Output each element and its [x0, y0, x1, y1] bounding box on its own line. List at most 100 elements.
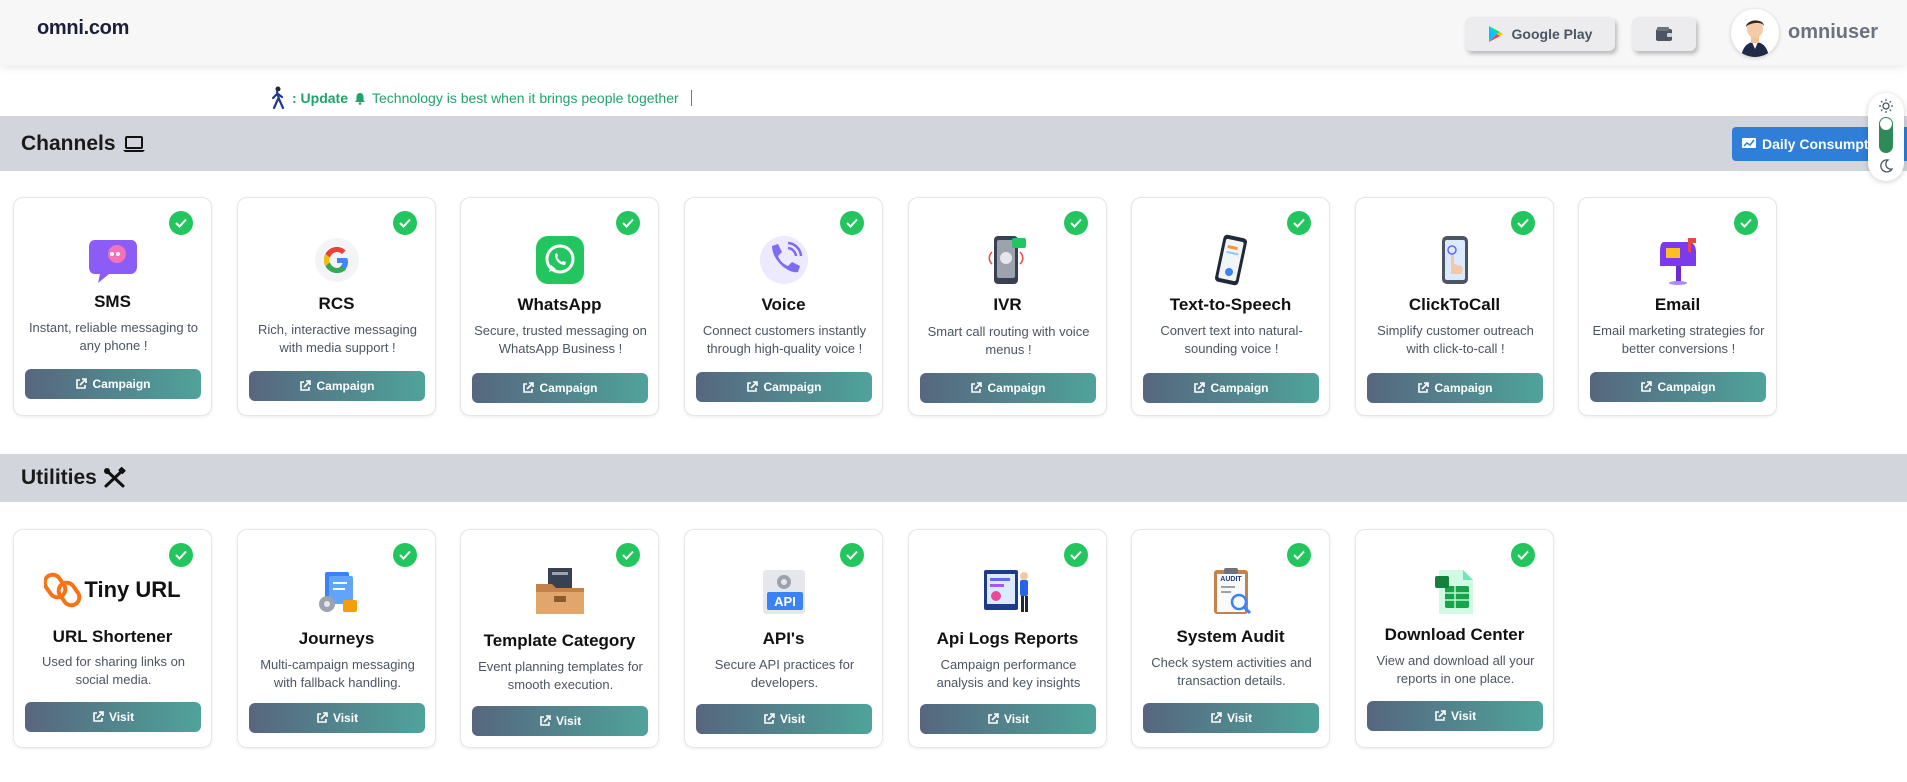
external-link-icon	[764, 713, 775, 724]
card-title: ClickToCall	[1408, 295, 1501, 314]
campaign-button[interactable]: Campaign	[920, 373, 1096, 403]
audit-clipboard-icon: AUDIT	[1206, 566, 1256, 616]
tools-icon	[103, 467, 126, 488]
theme-toggle[interactable]	[1868, 93, 1904, 181]
visit-button[interactable]: Visit	[249, 703, 425, 733]
visit-button[interactable]: Visit	[472, 706, 648, 736]
channel-card-email: Email Email marketing strategies for bet…	[1578, 197, 1777, 416]
card-description: Simplify customer outreach with click-to…	[1377, 323, 1534, 356]
avatar[interactable]	[1731, 9, 1779, 57]
update-ticker: : Update Technology is best when it brin…	[268, 86, 692, 110]
external-link-icon	[523, 382, 535, 393]
chain-link-icon	[44, 572, 82, 608]
button-label: Visit	[1450, 709, 1477, 723]
external-link-icon	[1435, 710, 1446, 721]
card-title: Text-to-Speech	[1169, 295, 1292, 314]
check-icon	[393, 543, 417, 567]
check-icon	[616, 543, 640, 567]
utility-card-journeys: Journeys Multi-campaign messaging with f…	[237, 529, 436, 748]
channel-card-ivr: IVR Smart call routing with voice menus …	[908, 197, 1107, 416]
visit-button[interactable]: Visit	[1143, 703, 1319, 733]
utilities-section-header: Utilities	[0, 454, 1907, 502]
google-g-icon	[314, 238, 359, 282]
api-icon-label: API	[774, 594, 796, 609]
campaign-button[interactable]: Campaign	[696, 372, 872, 402]
card-description: Secure API practices for developers.	[714, 657, 855, 690]
button-label: Campaign	[316, 379, 375, 393]
click-phone-icon	[1441, 236, 1468, 284]
external-link-icon	[540, 715, 551, 726]
campaign-button[interactable]: Campaign	[249, 371, 425, 401]
logo[interactable]: omni.com	[37, 17, 129, 40]
text-to-speech-phone-icon	[1214, 234, 1247, 286]
button-label: Campaign	[539, 381, 598, 395]
card-title: Api Logs Reports	[936, 629, 1079, 648]
campaign-button[interactable]: Campaign	[472, 373, 648, 403]
theme-toggle-knob[interactable]	[1880, 118, 1892, 130]
channels-section-header: Channels	[0, 116, 1907, 171]
external-link-icon	[317, 712, 328, 723]
check-icon	[1734, 211, 1758, 235]
clipboard-icon	[1214, 568, 1252, 615]
google-play-icon	[1488, 26, 1503, 42]
card-description: Smart call routing with voice menus !	[927, 324, 1090, 357]
button-label: Campaign	[1434, 381, 1493, 395]
card-description: Event planning templates for smooth exec…	[478, 659, 643, 692]
sms-chat-icon	[88, 240, 137, 283]
card-description: View and download all your reports in on…	[1376, 653, 1535, 686]
card-description: Connect customers instantly through high…	[702, 323, 867, 356]
channel-card-voice: Voice Connect customers instantly throug…	[684, 197, 883, 416]
check-icon	[169, 211, 193, 235]
journeys-gear-icon	[318, 572, 357, 612]
external-link-icon	[747, 381, 759, 392]
button-label: Campaign	[763, 380, 822, 394]
tiny-url-logo-text: Tiny URL	[84, 577, 181, 602]
laptop-icon	[122, 135, 145, 152]
campaign-button[interactable]: Campaign	[1143, 373, 1319, 403]
check-icon	[1511, 543, 1535, 567]
visit-button[interactable]: Visit	[1367, 701, 1543, 731]
chart-flag-icon	[1742, 138, 1756, 148]
tiny-url-logo: Tiny URL	[14, 570, 211, 610]
google-play-button[interactable]: Google Play	[1465, 17, 1615, 51]
campaign-button[interactable]: Campaign	[1590, 372, 1766, 402]
external-link-icon	[1211, 712, 1222, 723]
external-link-icon	[93, 711, 104, 722]
top-bar: omni.com Google Play omniuser	[0, 0, 1907, 65]
google-play-label: Google Play	[1511, 26, 1593, 42]
button-label: Visit	[555, 714, 582, 728]
card-title: Download Center	[1384, 625, 1525, 644]
utility-card-download-center: Download Center View and download all yo…	[1355, 529, 1554, 748]
utility-card-system-audit: AUDIT System Audit Check system activiti…	[1131, 529, 1330, 748]
check-icon	[840, 211, 864, 235]
card-title: IVR	[993, 295, 1022, 314]
card-title: SMS	[94, 292, 131, 311]
phone-call-icon	[759, 236, 808, 284]
campaign-button[interactable]: Campaign	[25, 369, 201, 399]
api-icon: API	[759, 566, 809, 616]
whatsapp-icon	[535, 236, 584, 284]
button-label: Campaign	[1210, 381, 1269, 395]
card-title: System Audit	[1176, 627, 1285, 646]
external-link-icon	[971, 382, 983, 393]
reports-presenter-icon	[983, 570, 1028, 612]
card-title: Template Category	[483, 631, 636, 650]
audit-icon-label: AUDIT	[1220, 576, 1242, 583]
ticker-cursor	[690, 90, 692, 106]
card-description: Campaign performance analysis and key in…	[936, 657, 1081, 690]
visit-button[interactable]: Visit	[696, 704, 872, 734]
button-label: Visit	[1226, 711, 1253, 725]
visit-button[interactable]: Visit	[920, 704, 1096, 734]
check-icon	[840, 543, 864, 567]
visit-button[interactable]: Visit	[25, 702, 201, 732]
utility-card-url-shortener: Tiny URL URL Shortener Used for sharing …	[13, 529, 212, 748]
username[interactable]: omniuser	[1788, 21, 1878, 44]
campaign-button[interactable]: Campaign	[1367, 373, 1543, 403]
card-description: Instant, reliable messaging to any phone…	[28, 320, 199, 353]
wallet-button[interactable]	[1632, 17, 1696, 51]
check-icon	[169, 543, 193, 567]
utility-card-apis: API API's Secure API practices for devel…	[684, 529, 883, 748]
card-title: WhatsApp	[517, 295, 602, 314]
external-link-icon	[1194, 382, 1206, 393]
wallet-icon	[1656, 27, 1672, 41]
